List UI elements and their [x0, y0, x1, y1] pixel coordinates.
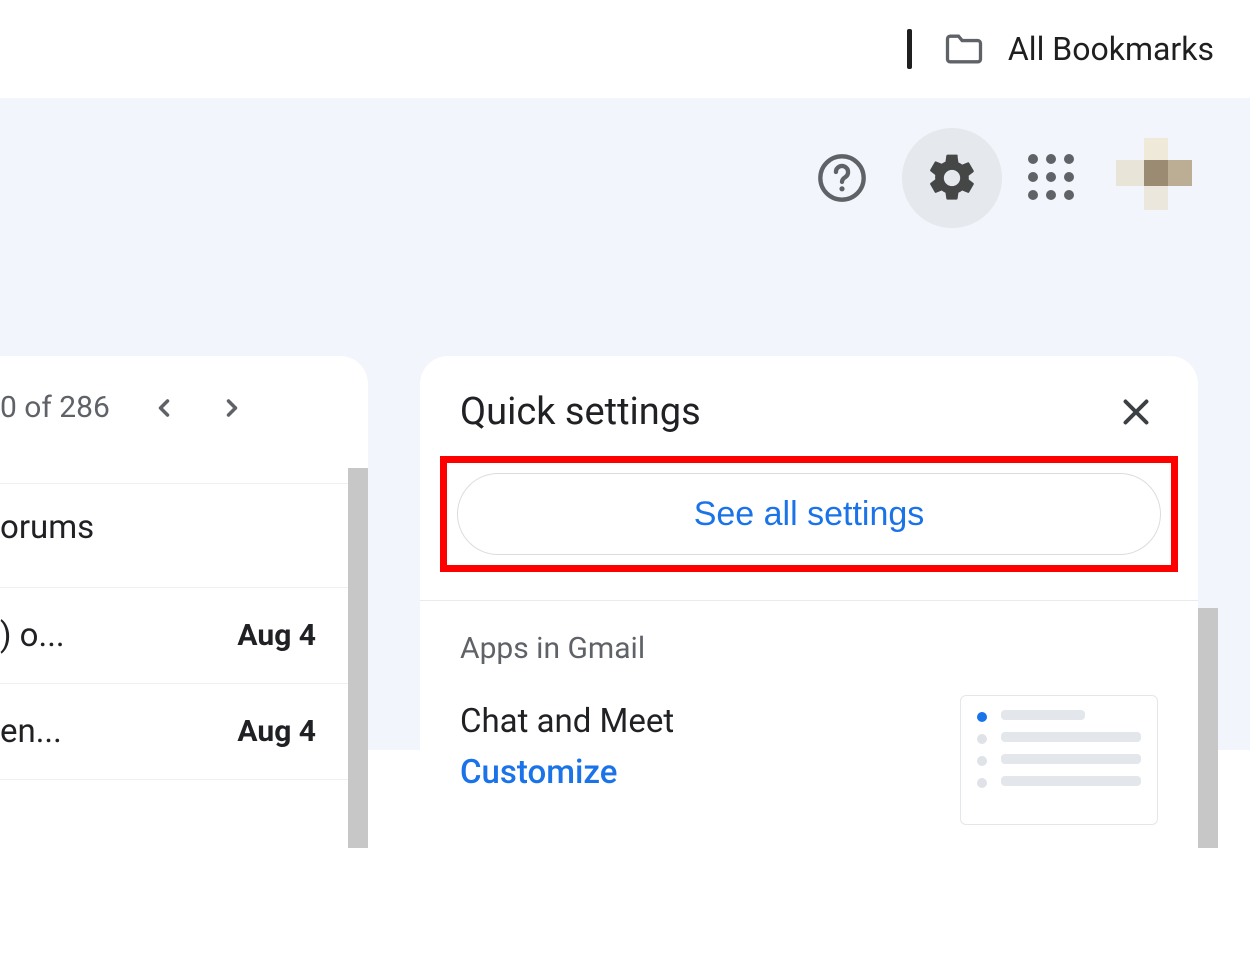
section-label: Apps in Gmail	[460, 631, 1158, 666]
mail-row[interactable]: en... Aug 4	[0, 683, 368, 779]
quick-settings-header: Quick settings	[420, 356, 1198, 456]
mail-row[interactable]: ) o... Aug 4	[0, 587, 368, 683]
settings-scrollbar[interactable]	[1198, 608, 1218, 848]
google-apps-button[interactable]	[1028, 154, 1076, 202]
quick-settings-panel: Quick settings See all settings Apps in …	[420, 356, 1198, 956]
inbox-scrollbar[interactable]	[348, 468, 368, 848]
gear-icon	[924, 150, 980, 206]
chat-meet-preview[interactable]	[960, 695, 1158, 825]
all-bookmarks-link[interactable]: All Bookmarks	[1008, 30, 1214, 68]
gmail-topbar	[0, 98, 1250, 258]
see-all-settings-button[interactable]: See all settings	[457, 473, 1161, 555]
older-button[interactable]	[218, 394, 246, 422]
bookmarks-separator	[907, 29, 912, 69]
close-button[interactable]	[1118, 394, 1154, 430]
mail-date: Aug 4	[237, 618, 316, 653]
bookmarks-bar: All Bookmarks	[0, 0, 1250, 98]
mail-subject: en...	[0, 712, 62, 751]
account-avatar[interactable]	[1116, 138, 1196, 218]
apps-in-gmail-section: Apps in Gmail Chat and Meet Customize	[420, 601, 1198, 792]
newer-button[interactable]	[150, 394, 178, 422]
apps-grid-dot	[1028, 154, 1038, 164]
mail-date: Aug 4	[237, 714, 316, 749]
help-button[interactable]	[808, 144, 876, 212]
folder-icon	[942, 27, 986, 71]
preview-lines	[1001, 710, 1141, 810]
preview-dots	[977, 710, 987, 810]
inbox-panel: 0 of 286 orums ) o... Aug 4 en... Aug 4	[0, 356, 368, 956]
pager-count: 0 of 286	[0, 390, 110, 425]
gmail-app-area: 0 of 286 orums ) o... Aug 4 en... Aug 4 …	[0, 98, 1250, 750]
row-divider	[0, 779, 368, 780]
help-icon	[816, 152, 868, 204]
quick-settings-title: Quick settings	[460, 390, 701, 434]
category-tab[interactable]: orums	[0, 483, 368, 587]
pager: 0 of 286	[0, 390, 368, 483]
settings-button[interactable]	[902, 128, 1002, 228]
annotation-highlight: See all settings	[440, 456, 1178, 572]
mail-subject: ) o...	[0, 616, 65, 655]
